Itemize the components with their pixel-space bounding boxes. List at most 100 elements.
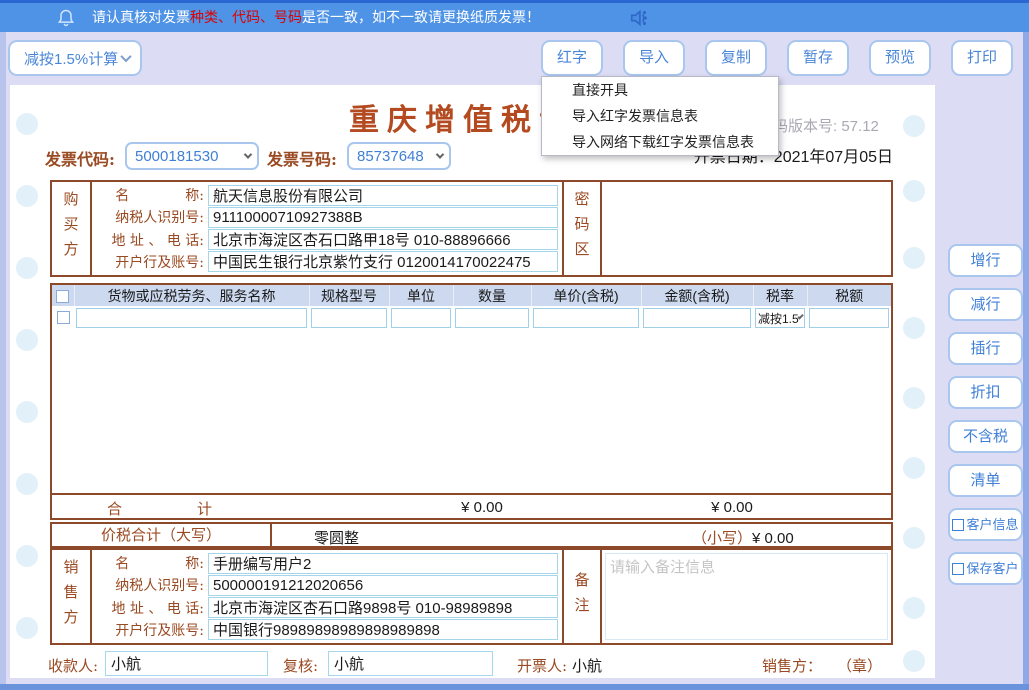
decorative-dot — [16, 329, 38, 351]
seller-name-label: 名 称: — [92, 553, 208, 573]
password-area-label: 密码区 — [564, 182, 602, 275]
buyer-bank-input[interactable] — [208, 251, 558, 272]
sum-in-words-value: 零圆整 — [314, 527, 359, 548]
chevron-down-icon — [436, 150, 444, 158]
notice-banner: 请认真核对发票种类、代码、号码是否一致，如不一致请更换纸质发票！ — [0, 0, 1029, 32]
buyer-section-label: 购买方 — [52, 182, 92, 275]
menu-item-import-downloaded-red-info-form[interactable]: 导入网络下载红字发票信息表 — [542, 129, 778, 155]
buyer-address-label: 地 址 、 电 话: — [92, 230, 208, 250]
buyer-taxid-input[interactable] — [208, 207, 558, 228]
temp-save-button[interactable]: 暂存 — [787, 40, 849, 76]
menu-item-direct-issue[interactable]: 直接开具 — [542, 77, 778, 103]
tax-exclusive-button[interactable]: 不含税 — [948, 420, 1023, 453]
buyer-name-input[interactable] — [208, 185, 558, 206]
seller-taxid-input[interactable] — [208, 575, 558, 596]
invoice-code-select[interactable]: 5000181530 — [125, 142, 259, 170]
customer-info-button[interactable]: 客户信息 — [948, 508, 1023, 541]
decorative-dot — [16, 617, 38, 639]
decorative-dot — [16, 113, 38, 135]
seller-section-label: 销售方 — [52, 550, 92, 643]
seller-stamp-label: 销售方： — [762, 655, 822, 676]
tax-rate-select[interactable]: 减按1.5 — [755, 308, 805, 328]
import-button[interactable]: 导入 — [623, 40, 685, 76]
decorative-dot — [903, 317, 925, 339]
red-letter-button[interactable]: 红字 — [541, 40, 603, 76]
reviewer-label: 复核: — [283, 655, 318, 676]
invoice-footer: 收款人: 复核: 开票人: 小航 销售方： （章） — [10, 650, 935, 678]
add-row-button[interactable]: 增行 — [948, 244, 1023, 277]
sum-small-value: （小写）¥ 0.00 — [692, 527, 794, 548]
invoice-number-select[interactable]: 85737648 — [347, 142, 451, 170]
list-button[interactable]: 清单 — [948, 464, 1023, 497]
items-table: 货物或应税劳务、服务名称 规格型号 单位 数量 单价(含税) 金额(含税) 税率… — [50, 283, 893, 520]
seller-taxid-label: 纳税人识别号: — [92, 575, 208, 595]
invoice-code-value: 5000181530 — [135, 148, 245, 165]
copy-button[interactable]: 复制 — [705, 40, 767, 76]
save-customer-button[interactable]: 保存客户 — [948, 552, 1023, 585]
red-letter-menu: 直接开具 导入红字发票信息表 导入网络下载红字发票信息表 — [541, 76, 779, 156]
qty-input[interactable] — [455, 308, 529, 328]
decorative-dot — [16, 473, 38, 495]
save-customer-checkbox[interactable] — [952, 563, 964, 575]
total-amount-value: ¥ 0.00 — [662, 499, 802, 516]
decorative-dot — [16, 401, 38, 423]
tax-rate-value: 减按1.5 — [758, 310, 799, 327]
decorative-dot — [16, 185, 38, 207]
calc-mode-select[interactable]: 减按1.5%计算 — [8, 40, 142, 76]
payee-label: 收款人: — [48, 655, 98, 676]
amount-input[interactable] — [643, 308, 751, 328]
invoice-paper: 重庆增值税专 编码版本号: 57.12 开票日期：2021年07月05日 发票代… — [10, 85, 935, 678]
item-row-1: 减按1.5 — [52, 306, 891, 330]
remove-row-button[interactable]: 减行 — [948, 288, 1023, 321]
print-button[interactable]: 打印 — [951, 40, 1013, 76]
notice-highlight: 种类、代码、号码 — [190, 9, 302, 25]
discount-button[interactable]: 折扣 — [948, 376, 1023, 409]
seller-bank-input[interactable] — [208, 619, 558, 640]
decorative-dot — [903, 115, 925, 137]
buyer-taxid-label: 纳税人识别号: — [92, 207, 208, 227]
col-spec: 规格型号 — [309, 285, 389, 306]
unit-input[interactable] — [391, 308, 451, 328]
buyer-bank-label: 开户行及账号: — [92, 252, 208, 272]
seller-name-input[interactable] — [208, 553, 558, 574]
preview-button[interactable]: 预览 — [869, 40, 931, 76]
invoice-number-label: 发票号码: — [267, 146, 337, 170]
goods-name-input[interactable] — [76, 308, 307, 328]
items-header-row: 货物或应税劳务、服务名称 规格型号 单位 数量 单价(含税) 金额(含税) 税率… — [52, 285, 891, 306]
remark-input[interactable] — [605, 553, 888, 640]
speaker-icon[interactable] — [628, 8, 650, 28]
window-frame-bottom — [0, 684, 1029, 690]
seller-bank-label: 开户行及账号: — [92, 620, 208, 640]
invoice-number-value: 85737648 — [357, 148, 437, 165]
calc-mode-value: 减按1.5%计算 — [24, 48, 122, 69]
col-unit-price: 单价(含税) — [531, 285, 641, 306]
col-unit: 单位 — [389, 285, 453, 306]
insert-row-button[interactable]: 插行 — [948, 332, 1023, 365]
spec-input[interactable] — [311, 308, 387, 328]
unit-price-input[interactable] — [533, 308, 639, 328]
drawer-value: 小航 — [572, 655, 602, 676]
decorative-dot — [903, 527, 925, 549]
reviewer-input[interactable] — [328, 651, 493, 676]
col-qty: 数量 — [453, 285, 531, 306]
payee-input[interactable] — [105, 651, 268, 676]
tax-input[interactable] — [809, 308, 889, 328]
bell-icon — [56, 8, 76, 28]
col-amount: 金额(含税) — [641, 285, 753, 306]
buyer-name-label: 名 称: — [92, 185, 208, 205]
decorative-dot — [16, 257, 38, 279]
seller-stamp-value: （章） — [837, 655, 882, 676]
total-row: 合 计 ¥ 0.00 ¥ 0.00 — [52, 493, 891, 518]
seller-address-input[interactable] — [208, 597, 558, 618]
sum-in-words-label: 价税合计（大写） — [52, 524, 272, 546]
buyer-address-input[interactable] — [208, 229, 558, 250]
buyer-section: 购买方 名 称: 纳税人识别号: 地 址 、 电 话: 开户行及账号: 密码区 — [50, 180, 893, 277]
select-all-checkbox[interactable] — [56, 290, 69, 303]
decorative-dot — [903, 180, 925, 202]
remark-label: 备注 — [564, 550, 602, 643]
customer-info-checkbox[interactable] — [952, 519, 964, 531]
menu-item-import-red-info-form[interactable]: 导入红字发票信息表 — [542, 103, 778, 129]
chevron-down-icon — [120, 51, 131, 62]
seller-address-label: 地 址 、 电 话: — [92, 598, 208, 618]
row-checkbox[interactable] — [57, 311, 70, 324]
